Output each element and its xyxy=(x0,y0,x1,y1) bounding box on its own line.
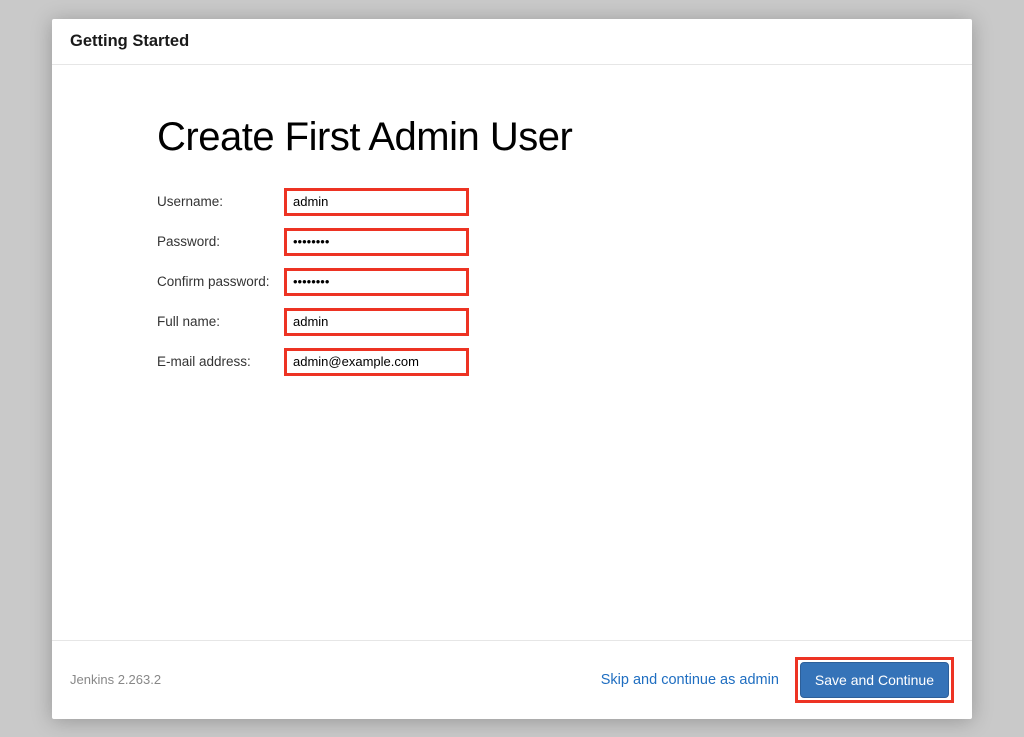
password-input-highlight xyxy=(284,228,469,256)
confirm-password-label: Confirm password: xyxy=(157,274,284,289)
confirm-password-input-highlight xyxy=(284,268,469,296)
form-row-email: E-mail address: xyxy=(157,348,972,376)
email-input-highlight xyxy=(284,348,469,376)
form-row-username: Username: xyxy=(157,188,972,216)
setup-wizard-modal: Getting Started Create First Admin User … xyxy=(52,19,972,719)
save-button-highlight: Save and Continue xyxy=(795,657,954,703)
form-row-fullname: Full name: xyxy=(157,308,972,336)
form-row-password: Password: xyxy=(157,228,972,256)
modal-header: Getting Started xyxy=(52,19,972,65)
confirm-password-input[interactable] xyxy=(293,274,460,289)
email-label: E-mail address: xyxy=(157,354,284,369)
modal-title: Getting Started xyxy=(70,32,954,51)
email-input[interactable] xyxy=(293,354,460,369)
username-label: Username: xyxy=(157,194,284,209)
page-title: Create First Admin User xyxy=(157,115,972,160)
save-and-continue-button[interactable]: Save and Continue xyxy=(800,662,949,698)
skip-link[interactable]: Skip and continue as admin xyxy=(601,672,779,688)
fullname-input-highlight xyxy=(284,308,469,336)
modal-footer: Jenkins 2.263.2 Skip and continue as adm… xyxy=(52,640,972,719)
footer-actions: Skip and continue as admin Save and Cont… xyxy=(601,657,954,703)
password-input[interactable] xyxy=(293,234,460,249)
form-row-confirm-password: Confirm password: xyxy=(157,268,972,296)
version-text: Jenkins 2.263.2 xyxy=(70,672,601,687)
username-input-highlight xyxy=(284,188,469,216)
username-input[interactable] xyxy=(293,194,460,209)
modal-body: Create First Admin User Username: Passwo… xyxy=(52,65,972,640)
fullname-label: Full name: xyxy=(157,314,284,329)
password-label: Password: xyxy=(157,234,284,249)
fullname-input[interactable] xyxy=(293,314,460,329)
